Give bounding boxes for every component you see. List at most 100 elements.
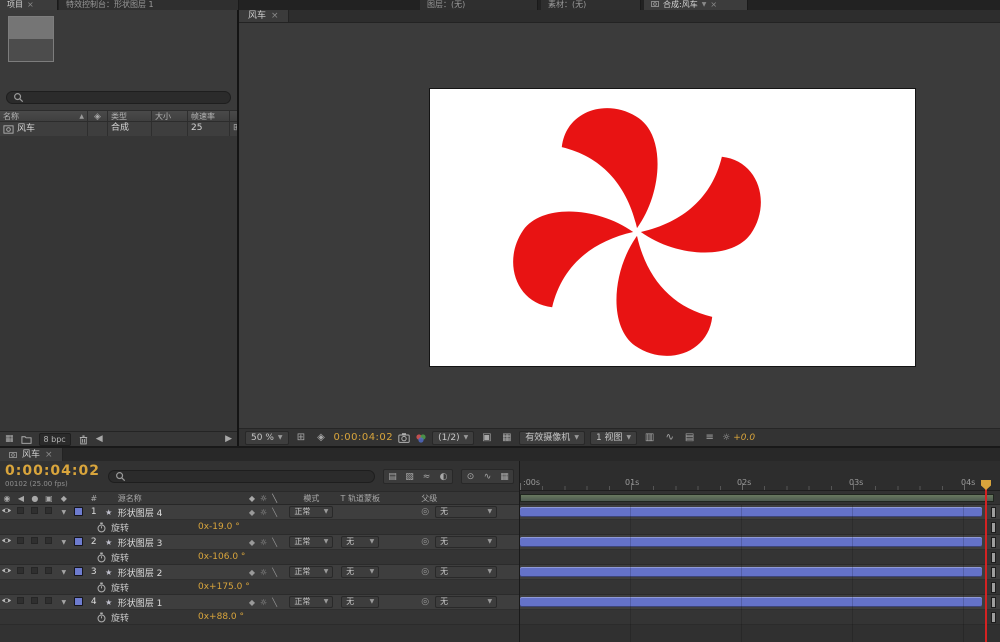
expander-icon[interactable]: ▼: [56, 599, 72, 606]
motion-blur-icon[interactable]: ⊙: [462, 470, 479, 483]
channels-icon[interactable]: [415, 432, 427, 444]
close-icon[interactable]: ×: [271, 10, 279, 22]
mode-dropdown[interactable]: 正常 ▼: [289, 566, 334, 578]
timeline-track-area[interactable]: :00s 01s 02s 03s 04s: [520, 461, 1000, 642]
tab-effect-controls[interactable]: 特效控制台：形状图层 1: [59, 0, 239, 10]
flowchart-button-icon[interactable]: ≡: [702, 431, 717, 445]
close-icon[interactable]: ×: [710, 0, 717, 10]
interpret-footage-icon[interactable]: ▦: [5, 434, 14, 444]
mode-dropdown[interactable]: 正常 ▼: [289, 596, 334, 608]
parent-dropdown[interactable]: 无 ▼: [435, 596, 498, 608]
layer-row[interactable]: ▼ 2 ★ 形状图层 3 ◆ ☼ ╲ 正常 ▼ 无 ▼ ◎ 无 ▼: [0, 535, 519, 550]
frame-blend-icon[interactable]: ◐: [435, 470, 452, 483]
quality-icon[interactable]: ◆: [249, 508, 255, 517]
current-time-indicator-line[interactable]: [985, 489, 987, 642]
solo-toggle[interactable]: [28, 537, 42, 547]
property-value[interactable]: 0x-19.0 °: [198, 522, 240, 532]
timeline-tab[interactable]: 风车 ×: [0, 448, 63, 461]
snapshot-icon[interactable]: [398, 432, 410, 444]
resolution-dropdown[interactable]: (1/2) ▼: [432, 430, 475, 445]
chevron-down-icon[interactable]: ▼: [702, 0, 707, 10]
expander-icon[interactable]: ▼: [56, 539, 72, 546]
property-row[interactable]: 旋转 0x-19.0 °: [0, 520, 519, 535]
solo-toggle[interactable]: [28, 567, 42, 577]
composition-canvas[interactable]: [430, 89, 915, 366]
trkmat-dropdown[interactable]: 无 ▼: [341, 536, 380, 548]
exposure-control[interactable]: ☼ +0.0: [722, 433, 755, 443]
layer-name[interactable]: 形状图层 3: [116, 536, 241, 549]
current-timecode[interactable]: 0:00:04:02: [5, 464, 100, 478]
project-search-input[interactable]: [6, 90, 231, 104]
mode-dropdown[interactable]: 正常 ▼: [289, 536, 334, 548]
mode-dropdown[interactable]: 正常 ▼: [289, 506, 334, 518]
property-value[interactable]: 0x+88.0 °: [198, 612, 244, 622]
expander-icon[interactable]: ▼: [56, 509, 72, 516]
column-source-name[interactable]: 源名称: [116, 492, 241, 504]
stopwatch-icon[interactable]: [96, 552, 107, 563]
effects-icon[interactable]: ☼: [260, 598, 267, 607]
graph-editor-icon[interactable]: ∿: [479, 470, 496, 483]
effects-icon[interactable]: ☼: [260, 568, 267, 577]
layer-track-row[interactable]: [520, 595, 1000, 610]
layer-duration-bar[interactable]: [520, 567, 982, 577]
eye-icon[interactable]: [0, 595, 14, 609]
column-mode[interactable]: 模式: [285, 492, 337, 504]
lock-toggle[interactable]: [42, 507, 56, 517]
pickwhip-icon[interactable]: ◎: [421, 507, 429, 517]
property-row[interactable]: 旋转 0x+88.0 °: [0, 610, 519, 625]
effects-icon[interactable]: ☼: [260, 538, 267, 547]
tab-layer-viewer[interactable]: 图层：(无): [420, 0, 538, 10]
property-name[interactable]: 旋转: [111, 611, 129, 624]
stopwatch-icon[interactable]: [96, 582, 107, 593]
safe-guides-icon[interactable]: ⊞: [294, 431, 309, 445]
pickwhip-icon[interactable]: ◎: [421, 597, 429, 607]
solo-toggle[interactable]: [28, 597, 42, 607]
fast-preview-icon[interactable]: ∿: [662, 431, 677, 445]
timeline-button-icon[interactable]: ▤: [682, 431, 697, 445]
viewer-tab[interactable]: 风车 ×: [239, 10, 289, 22]
label-color-swatch[interactable]: [72, 505, 86, 519]
layer-name[interactable]: 形状图层 2: [116, 566, 241, 579]
effects-icon[interactable]: ☼: [260, 508, 267, 517]
property-row[interactable]: 旋转 0x-106.0 °: [0, 550, 519, 565]
property-value[interactable]: 0x+175.0 °: [198, 582, 250, 592]
layer-row[interactable]: ▼ 3 ★ 形状图层 2 ◆ ☼ ╲ 正常 ▼ 无 ▼ ◎ 无 ▼: [0, 565, 519, 580]
viewer-timecode[interactable]: 0:00:04:02: [334, 432, 394, 443]
motion-blur-icon[interactable]: ╲: [272, 568, 277, 577]
parent-dropdown[interactable]: 无 ▼: [435, 506, 498, 518]
quality-icon[interactable]: ◆: [249, 568, 255, 577]
property-name[interactable]: 旋转: [111, 551, 129, 564]
label-color-swatch[interactable]: [72, 535, 86, 549]
close-icon[interactable]: ×: [27, 0, 34, 10]
column-framerate[interactable]: 帧速率: [188, 111, 230, 121]
bit-depth-button[interactable]: 8 bpc: [38, 432, 71, 446]
lock-toggle[interactable]: [42, 537, 56, 547]
lock-toggle[interactable]: [42, 597, 56, 607]
pixel-aspect-icon[interactable]: ▥: [642, 431, 657, 445]
time-ruler[interactable]: :00s 01s 02s 03s 04s: [520, 461, 1000, 491]
stopwatch-icon[interactable]: [96, 612, 107, 623]
layer-duration-bar[interactable]: [520, 597, 982, 607]
trkmat-dropdown[interactable]: 无 ▼: [341, 566, 380, 578]
label-color-swatch[interactable]: [72, 595, 86, 609]
layer-track-row[interactable]: [520, 505, 1000, 520]
column-parent[interactable]: 父级: [421, 492, 437, 505]
stopwatch-icon[interactable]: [96, 522, 107, 533]
close-icon[interactable]: ×: [45, 449, 53, 461]
expander-icon[interactable]: ▼: [56, 569, 72, 576]
pickwhip-icon[interactable]: ◎: [421, 567, 429, 577]
label-color-swatch[interactable]: [72, 565, 86, 579]
tab-composition-viewer[interactable]: 合成:风车 ▼ ×: [644, 0, 748, 10]
layer-duration-bar[interactable]: [520, 507, 982, 517]
column-name[interactable]: 名称 ▲: [0, 111, 88, 121]
audio-toggle[interactable]: [14, 537, 28, 547]
column-label-icon[interactable]: ◈: [88, 111, 108, 121]
scroll-left-icon[interactable]: ◀: [96, 434, 103, 444]
scroll-right-icon[interactable]: ▶: [225, 434, 232, 444]
layer-name[interactable]: 形状图层 1: [116, 596, 241, 609]
property-name[interactable]: 旋转: [111, 521, 129, 534]
tab-project-panel[interactable]: 项目 ×: [0, 0, 58, 10]
layer-duration-bar[interactable]: [520, 537, 982, 547]
brainstorm-icon[interactable]: ▦: [496, 470, 513, 483]
timeline-search-input[interactable]: [107, 469, 375, 483]
